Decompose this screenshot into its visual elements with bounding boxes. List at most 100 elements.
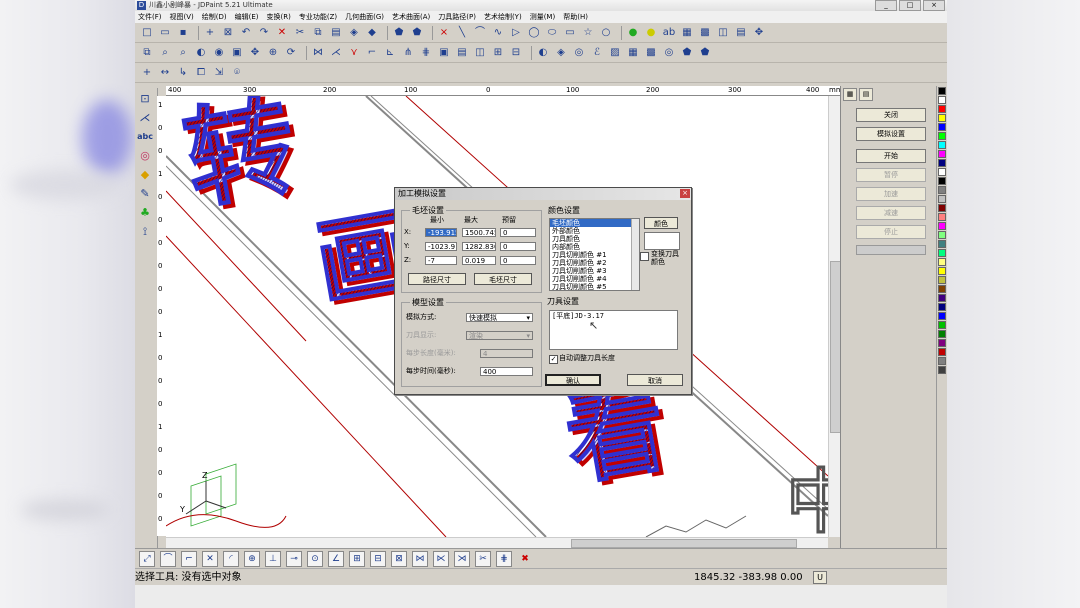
trim-snap-icon[interactable]: ✂ [475,550,491,567]
pause-button[interactable]: 暂停 [856,168,926,182]
auto-adjust-checkbox[interactable]: ✓ [549,355,558,364]
curve-edit-icon[interactable]: ◐ [536,46,550,60]
zoom-window-icon[interactable]: ⌕ [176,46,190,60]
color-list-item[interactable]: 刀具切削颜色 #5 [550,283,639,290]
open-folder-icon[interactable]: ▭ [158,26,172,40]
color-swatch[interactable] [938,285,946,293]
color-list-item[interactable]: 刀具切削颜色 #4 [550,275,639,283]
text-icon[interactable]: ab [662,26,676,40]
bulb-green-icon[interactable]: ● [626,26,640,40]
layer-add-icon[interactable]: ⧉ [140,46,154,60]
tree-tool-icon[interactable]: ♣ [137,205,153,221]
grid-icon[interactable]: ▦ [626,46,640,60]
zoom-icon[interactable]: ⌕ [158,46,172,60]
mirror-icon[interactable]: ⋈ [311,46,325,60]
menu-transform[interactable]: 变换(R) [267,12,291,22]
spiral-icon[interactable]: ◎ [662,46,676,60]
start-button[interactable]: 开始 [856,149,926,163]
select-window-icon[interactable]: ⊠ [221,26,235,40]
zoom-fit-icon[interactable]: ▣ [230,46,244,60]
ok-button[interactable]: 确认 [545,374,601,386]
color-list-item[interactable]: 外部颜色 [550,227,639,235]
x-min-field[interactable]: -193.915 [425,228,457,237]
menu-measure[interactable]: 测量(M) [530,12,556,22]
weld-icon[interactable]: ◎ [572,46,586,60]
text-tool-icon[interactable]: abc [137,129,153,145]
color-button[interactable]: 颜色 [644,217,678,229]
badge-icon[interactable]: ⬟ [680,46,694,60]
color-swatch[interactable] [938,150,946,158]
lasso-icon[interactable]: ⌾ [230,66,244,80]
angle-snap-icon[interactable]: ∠ [328,550,344,567]
hatch-icon[interactable]: ▤ [455,46,469,60]
color-list-item[interactable]: 毛坯颜色 [550,219,639,227]
per-tool-color-checkbox[interactable] [640,252,649,261]
text-curve-icon[interactable]: ℰ [590,46,604,60]
table-icon[interactable]: ▤ [734,26,748,40]
grid-snap-icon[interactable]: ⊞ [349,550,365,567]
crosshair-icon[interactable]: + [203,26,217,40]
node-edit-icon[interactable]: ⋌ [137,110,153,126]
color-swatch[interactable] [938,348,946,356]
node-icon[interactable]: ◈ [554,46,568,60]
trim-icon[interactable]: ⋌ [329,46,343,60]
step-time-field[interactable]: 400 [480,367,533,376]
color-list-item[interactable]: 刀具切削颜色 #1 [550,251,639,259]
delete-snap-icon[interactable]: ⋊ [454,550,470,567]
shape-icon[interactable]: ▩ [644,46,658,60]
y-min-field[interactable]: -1023.9 [425,242,457,251]
color-swatch[interactable] [938,339,946,347]
color-swatch[interactable] [938,258,946,266]
arc-icon[interactable]: ⌒ [473,26,487,40]
close-sim-button[interactable]: 关闭 [856,108,926,122]
y-max-field[interactable]: 1282.830 [462,242,496,251]
zoom-in-icon[interactable]: ⊕ [266,46,280,60]
color-swatch[interactable] [938,222,946,230]
color-swatch[interactable] [938,357,946,365]
frame-icon[interactable]: ⧠ [194,66,208,80]
ellipse-icon[interactable]: ⬭ [545,26,559,40]
break-icon[interactable]: ⋔ [401,46,415,60]
circle-icon[interactable]: ◯ [527,26,541,40]
color-list-item[interactable]: 刀具颜色 [550,235,639,243]
stamp-icon[interactable]: ◫ [716,26,730,40]
maximize-button[interactable]: □ [899,0,921,11]
join-icon[interactable]: ⋕ [419,46,433,60]
color-swatch[interactable] [938,204,946,212]
color-swatch[interactable] [938,330,946,338]
layer-icon[interactable]: ◈ [347,26,361,40]
dimension-icon[interactable]: ↔ [158,66,172,80]
slow-down-button[interactable]: 减速 [856,206,926,220]
measure-tool-icon[interactable]: ⟟ [137,224,153,240]
color-swatch[interactable] [938,195,946,203]
point-snap-icon[interactable]: ⊙ [307,550,323,567]
color-swatch[interactable] [938,312,946,320]
new-file-icon[interactable]: □ [140,26,154,40]
eye-icon[interactable]: ◉ [212,46,226,60]
color-swatch[interactable] [938,303,946,311]
pen-tool-icon[interactable]: ✎ [137,186,153,202]
blank-size-button[interactable]: 毛坯尺寸 [474,273,532,285]
menu-art-surface[interactable]: 艺术曲面(A) [392,12,430,22]
color-swatch[interactable] [938,213,946,221]
extend-icon[interactable]: ⋎ [347,46,361,60]
color-swatch[interactable] [938,321,946,329]
z-reserve-field[interactable]: 0 [500,256,536,265]
close-button[interactable]: × [923,0,945,11]
color-swatch[interactable] [938,231,946,239]
quadrant-snap-icon[interactable]: ⊠ [391,550,407,567]
cut-icon[interactable]: ✂ [293,26,307,40]
copy-icon[interactable]: ⧉ [311,26,325,40]
color-swatch[interactable] [938,168,946,176]
color-list-item[interactable]: 内部颜色 [550,243,639,251]
curve-snap-icon[interactable]: ⌒ [160,550,176,567]
horizontal-scrollbar[interactable] [166,537,828,548]
dialog-close-button[interactable]: × [680,189,690,198]
clear-icon[interactable]: ✖ [517,551,533,567]
extend-snap-icon[interactable]: ⋉ [433,550,449,567]
shield-icon[interactable]: ⬟ [698,46,712,60]
star-icon[interactable]: ☆ [581,26,595,40]
plus-icon[interactable]: + [140,66,154,80]
z-max-field[interactable]: 0.019 [462,256,496,265]
view-icon[interactable]: ◐ [194,46,208,60]
